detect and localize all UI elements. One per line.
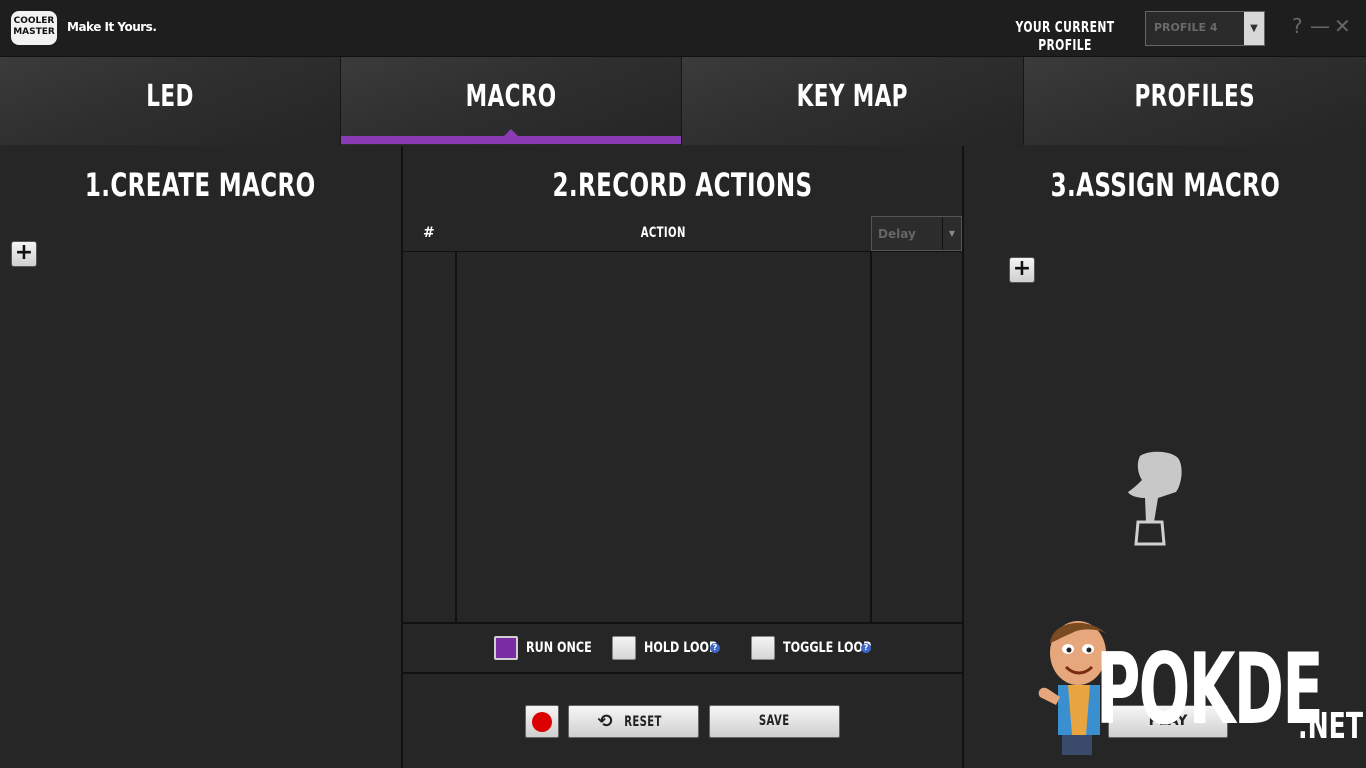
undo-icon: ⟲ xyxy=(597,711,613,732)
hold-loop-checkbox[interactable] xyxy=(612,636,636,660)
tab-macro-label: MACRO xyxy=(465,79,557,114)
cooler-master-logo: COOLER MASTER xyxy=(11,11,57,45)
column-action-header-text: ACTION xyxy=(640,225,686,241)
loop-options: RUN ONCE HOLD LOOP ? TOGGLE LOOP ? xyxy=(403,622,962,674)
active-tab-indicator xyxy=(341,136,681,144)
assign-macro-title: 3.ASSIGN MACRO xyxy=(1050,166,1280,204)
minimize-icon[interactable]: — xyxy=(1310,14,1330,38)
create-macro-panel: 1.CREATE MACRO + xyxy=(0,146,401,768)
tab-key-map[interactable]: KEY MAP xyxy=(682,57,1024,145)
table-divider xyxy=(455,252,457,622)
column-number-header: # xyxy=(423,225,435,241)
close-icon[interactable]: ✕ xyxy=(1334,14,1351,38)
tab-key-map-label: KEY MAP xyxy=(796,79,909,114)
hold-loop-label: HOLD LOOP xyxy=(644,640,718,656)
reset-button[interactable]: ⟲ RESET xyxy=(568,705,699,738)
pokde-watermark: POKDE xyxy=(1096,633,1324,747)
run-once-checkbox[interactable] xyxy=(494,636,518,660)
save-button[interactable]: SAVE xyxy=(709,705,840,738)
current-profile-label-text: YOUR CURRENT PROFILE xyxy=(1015,18,1115,54)
hand-pressing-key-icon xyxy=(1128,451,1182,546)
hold-loop-help-icon[interactable]: ? xyxy=(710,643,720,653)
record-actions-title: 2.RECORD ACTIONS xyxy=(552,166,813,204)
logo-line-1: COOLER xyxy=(13,16,55,26)
chevron-down-icon: ▼ xyxy=(1244,12,1264,45)
actions-table-body[interactable] xyxy=(403,252,962,622)
create-macro-title: 1.CREATE MACRO xyxy=(85,166,316,204)
record-button[interactable] xyxy=(525,705,559,738)
column-action-header: ACTION xyxy=(623,225,703,241)
current-profile-label: YOUR CURRENT PROFILE xyxy=(990,18,1140,54)
logo-line-2: MASTER xyxy=(13,27,55,37)
toggle-loop-checkbox[interactable] xyxy=(751,636,775,660)
tab-led-label: LED xyxy=(146,79,194,114)
toggle-loop-label: TOGGLE LOOP xyxy=(783,640,872,656)
actions-table-header: # ACTION Delay ▼ xyxy=(403,216,962,252)
table-divider xyxy=(870,252,872,622)
help-icon[interactable]: ? xyxy=(1292,14,1303,38)
main-tabs: LED MACRO KEY MAP PROFILES xyxy=(0,57,1366,145)
tab-profiles-label: PROFILES xyxy=(1134,79,1256,114)
delay-dropdown[interactable]: Delay ▼ xyxy=(871,216,962,251)
tab-macro[interactable]: MACRO xyxy=(341,57,682,145)
tab-profiles[interactable]: PROFILES xyxy=(1024,57,1366,145)
chevron-down-icon: ▼ xyxy=(942,217,961,250)
add-assignment-button[interactable]: + xyxy=(1009,257,1035,283)
reset-label: RESET xyxy=(624,714,663,730)
record-dot-icon xyxy=(532,712,552,732)
tagline: Make It Yours. xyxy=(67,20,157,34)
add-macro-button[interactable]: + xyxy=(11,241,37,267)
toggle-loop-help-icon[interactable]: ? xyxy=(861,643,871,653)
run-once-label: RUN ONCE xyxy=(526,640,592,656)
profile-dropdown[interactable]: PROFILE 4 ▼ xyxy=(1145,11,1265,46)
pokde-watermark-suffix: .NET xyxy=(1298,706,1364,747)
title-bar: COOLER MASTER Make It Yours. YOUR CURREN… xyxy=(0,0,1366,57)
save-label: SAVE xyxy=(759,713,790,729)
delay-dropdown-value: Delay xyxy=(878,227,916,241)
profile-dropdown-value: PROFILE 4 xyxy=(1154,21,1218,34)
tab-led[interactable]: LED xyxy=(0,57,341,145)
